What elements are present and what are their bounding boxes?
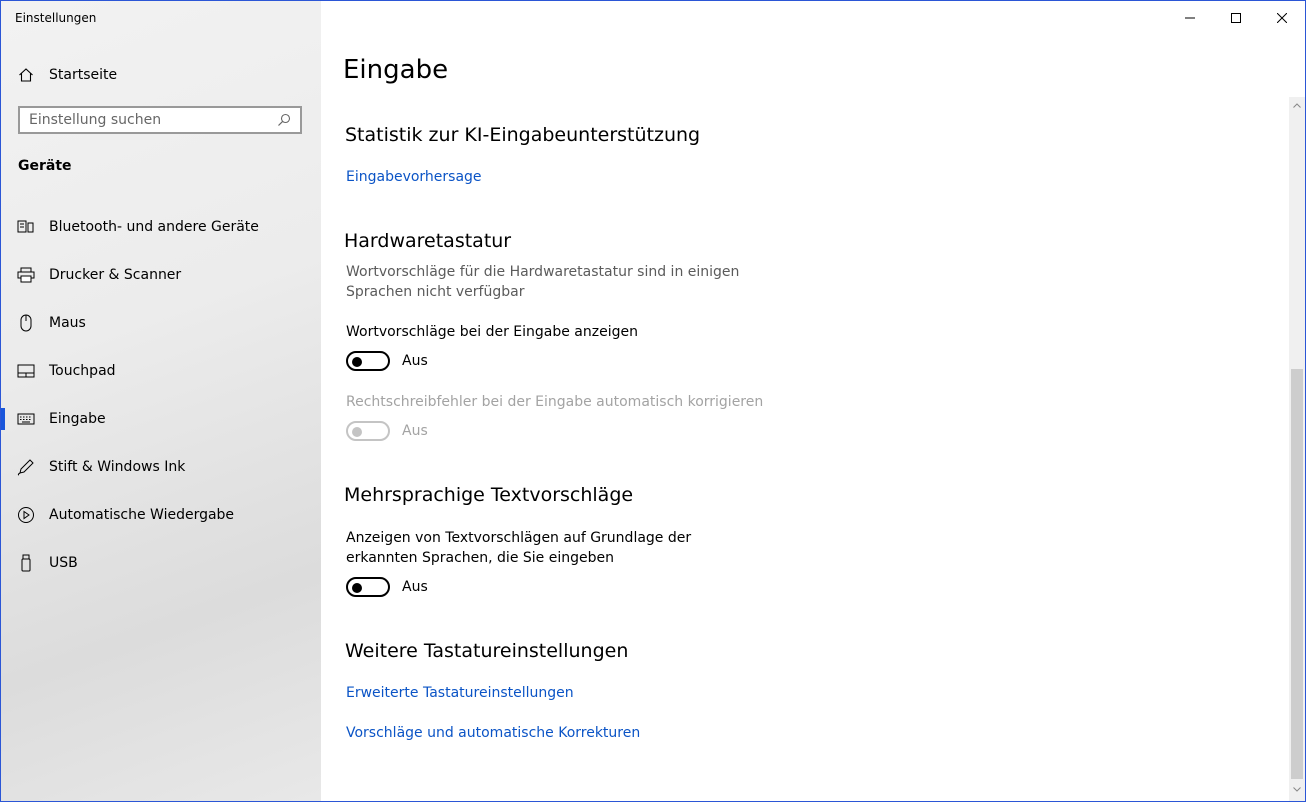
sidebar-item-label: USB — [49, 555, 78, 571]
printer-icon — [17, 266, 35, 284]
sidebar-item-touchpad[interactable]: Touchpad — [1, 347, 321, 395]
home-button[interactable]: Startseite — [17, 63, 117, 87]
autoplay-icon — [17, 506, 35, 524]
sidebar-item-pen[interactable]: Stift & Windows Ink — [1, 443, 321, 491]
search-input[interactable] — [20, 111, 274, 129]
multilingual-label: Anzeigen von Textvorschlägen auf Grundla… — [346, 530, 692, 566]
usb-icon — [17, 554, 35, 572]
scroll-up-icon[interactable] — [1289, 97, 1305, 113]
touchpad-icon — [17, 362, 35, 380]
sidebar-item-label: Stift & Windows Ink — [49, 459, 186, 475]
multilingual-state: Aus — [402, 579, 428, 595]
page-title: Eingabe — [343, 55, 449, 85]
home-label: Startseite — [49, 67, 118, 83]
main-content: Eingabe Statistik zur KI-Eingabeunterstü… — [321, 1, 1305, 801]
section-title: Geräte — [18, 158, 72, 174]
word-suggestions-label: Wortvorschläge bei der Eingabe anzeigen — [346, 324, 638, 340]
suggestions-autocorrect-link[interactable]: Vorschläge und automatische Korrekturen — [346, 725, 640, 741]
sidebar-item-usb[interactable]: USB — [1, 539, 321, 587]
more-keyboard-settings-title: Weitere Tastatureinstellungen — [345, 640, 629, 662]
typing-prediction-link[interactable]: Eingabevorhersage — [346, 169, 482, 185]
word-suggestions-toggle[interactable] — [346, 351, 390, 371]
toggle-knob — [352, 427, 362, 437]
search-icon[interactable] — [274, 110, 294, 130]
mouse-icon — [17, 314, 35, 332]
autocorrect-state: Aus — [402, 423, 428, 439]
bluetooth-devices-icon — [17, 218, 35, 236]
app-title: Einstellungen — [15, 11, 97, 25]
sidebar-item-label: Maus — [49, 315, 86, 331]
autocorrect-toggle — [346, 421, 390, 441]
sidebar-item-typing[interactable]: Eingabe — [1, 395, 321, 443]
sidebar-item-label: Automatische Wiedergabe — [49, 507, 235, 523]
toggle-knob — [352, 357, 362, 367]
hardware-keyboard-title: Hardwaretastatur — [344, 230, 512, 252]
toggle-knob — [352, 583, 362, 593]
sidebar-item-printer[interactable]: Drucker & Scanner — [1, 251, 321, 299]
hardware-keyboard-description: Wortvorschläge für die Hardwaretastatur … — [346, 264, 740, 300]
scroll-down-icon[interactable] — [1289, 781, 1305, 797]
sidebar-item-label: Drucker & Scanner — [49, 267, 182, 283]
multilingual-toggle[interactable] — [346, 577, 390, 597]
search-box — [18, 106, 302, 134]
scroll-thumb[interactable] — [1291, 369, 1303, 779]
sidebar-nav: Bluetooth- und andere Geräte Drucker & S… — [1, 203, 321, 587]
sidebar-item-autoplay[interactable]: Automatische Wiedergabe — [1, 491, 321, 539]
sidebar-item-label: Eingabe — [49, 411, 106, 427]
scrollbar[interactable] — [1289, 97, 1305, 801]
advanced-keyboard-settings-link[interactable]: Erweiterte Tastatureinstellungen — [346, 685, 574, 701]
multilingual-title: Mehrsprachige Textvorschläge — [344, 484, 634, 506]
sidebar: Einstellungen Startseite Geräte Bluetoot… — [1, 1, 321, 801]
keyboard-icon — [17, 410, 35, 428]
sidebar-item-label: Touchpad — [49, 363, 116, 379]
settings-window: Einstellungen Startseite Geräte Bluetoot… — [0, 0, 1306, 802]
sidebar-item-mouse[interactable]: Maus — [1, 299, 321, 347]
autocorrect-label: Rechtschreibfehler bei der Eingabe autom… — [346, 394, 764, 410]
sidebar-item-bluetooth[interactable]: Bluetooth- und andere Geräte — [1, 203, 321, 251]
pen-icon — [17, 458, 35, 476]
sidebar-item-label: Bluetooth- und andere Geräte — [49, 219, 259, 235]
ai-section-title: Statistik zur KI-Eingabeunterstützung — [345, 124, 701, 146]
home-icon — [17, 66, 35, 84]
word-suggestions-state: Aus — [402, 353, 428, 369]
